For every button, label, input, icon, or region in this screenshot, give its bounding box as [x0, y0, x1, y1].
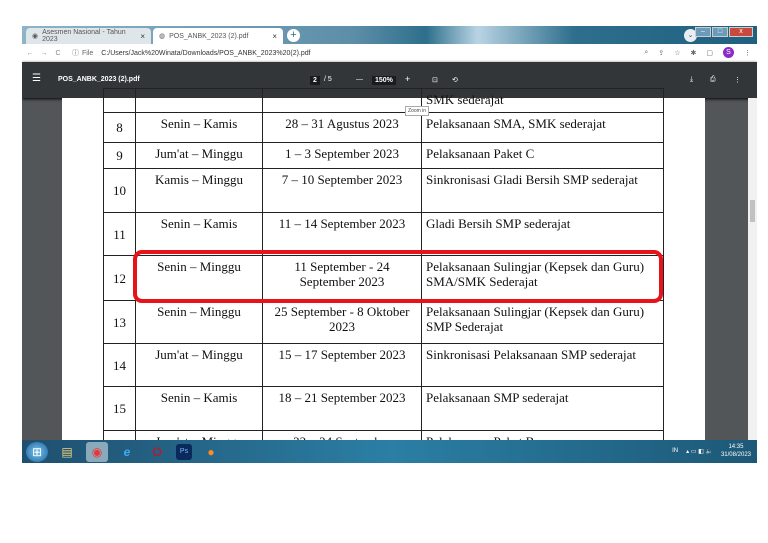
system-tray: IN ▴ ▭ ◧ 🔈 14:35 31/08/2023 — [672, 443, 751, 459]
cell-no: 15 — [103, 386, 136, 431]
table-row: 14 Jum'at – Minggu 15 – 17 September 2023 S… — [103, 343, 664, 387]
table-row: 10 Kamis – Minggu 7 – 10 September 2023 Sin… — [103, 168, 664, 213]
cell-date: 15 – 17 September 2023 — [262, 343, 422, 387]
highlight-box — [133, 250, 663, 303]
start-button[interactable]: ⊞ — [26, 441, 48, 462]
pdf-page: SMK sederajat 8 Senin – Kamis 28 – 31 Agus… — [62, 88, 705, 463]
cell-day: Kamis – Minggu — [135, 168, 263, 213]
cell-day: Jum'at – Minggu — [135, 142, 263, 169]
cell-no: 10 — [103, 168, 136, 213]
cell-activity: Pelaksanaan Sulingjar (Kepsek dan Guru) … — [421, 300, 664, 344]
explorer-icon[interactable]: ▤ — [56, 442, 78, 462]
reload-icon[interactable]: C — [52, 50, 64, 57]
tray-icons[interactable]: ▴ ▭ ◧ 🔈 — [686, 448, 713, 455]
menu-icon[interactable]: ⋮ — [744, 49, 751, 57]
cell-no: 12 — [103, 255, 136, 301]
info-icon: ⓘ — [72, 50, 79, 57]
close-window-button[interactable]: x — [729, 27, 753, 37]
scroll-thumb[interactable] — [750, 200, 755, 222]
table-row: SMK sederajat — [103, 88, 664, 113]
cell-date: 7 – 10 September 2023 — [262, 168, 422, 213]
cell-day: Senin – Kamis — [135, 112, 263, 143]
zoom-level[interactable]: 150% — [372, 76, 396, 85]
back-icon[interactable]: ← — [24, 50, 36, 57]
ie-icon[interactable]: e — [116, 442, 138, 462]
zoom-icon[interactable]: ⌕ — [644, 49, 648, 57]
address-bar: ← → C ⓘ File C:/Users/Jack%20Winata/Down… — [22, 44, 757, 62]
cell-no: 9 — [103, 142, 136, 169]
table-row: 8 Senin – Kamis 28 – 31 Agustus 2023 Pelaks… — [103, 112, 664, 143]
language-indicator[interactable]: IN — [672, 448, 678, 454]
globe-icon: ◉ — [32, 33, 39, 40]
table-row: 9 Jum'at – Minggu 1 – 3 September 2023 Pela… — [103, 142, 664, 169]
maximize-button[interactable]: □ — [712, 27, 728, 37]
cell-date: 1 – 3 September 2023 — [262, 142, 422, 169]
cell-date: 18 – 21 September 2023 — [262, 386, 422, 431]
extensions-icon[interactable]: ✱ — [691, 49, 697, 57]
tab-pdf[interactable]: ◍ POS_ANBK_2023 (2).pdf × — [153, 28, 283, 44]
cell-day: Senin – Minggu — [135, 300, 263, 344]
chrome-icon[interactable]: ◉ — [86, 441, 108, 462]
cell-no: 11 — [103, 212, 136, 256]
download-icon[interactable]: ⤓ — [690, 76, 693, 84]
taskbar: ⊞ ▤ ◉ e O Ps ● IN ▴ ▭ ◧ 🔈 14:35 31/08/202… — [22, 440, 757, 463]
firefox-icon[interactable]: ● — [200, 442, 222, 462]
sidepanel-icon[interactable]: ▢ — [706, 49, 713, 57]
minimize-button[interactable]: – — [695, 27, 711, 37]
more-icon[interactable]: ⋮ — [734, 76, 741, 84]
screen: ◉ Asesmen Nasional - Tahun 2023 × ◍ POS_ANB… — [22, 26, 757, 463]
table-row: 15 Senin – Kamis 18 – 21 September 2023 Pel… — [103, 386, 664, 431]
cell-no: 13 — [103, 300, 136, 344]
cell-day: Senin – Kamis — [135, 386, 263, 431]
cell-date: 28 – 31 Agustus 2023 — [262, 112, 422, 143]
cell-no: 8 — [103, 112, 136, 143]
zoom-out-button[interactable]: — — [356, 76, 363, 83]
rotate-icon[interactable]: ⟲ — [452, 76, 458, 84]
photoshop-icon[interactable]: Ps — [176, 443, 192, 460]
pdf-filename: POS_ANBK_2023 (2).pdf — [58, 76, 140, 83]
close-tab-icon[interactable]: × — [272, 32, 277, 41]
forward-icon[interactable]: → — [38, 50, 50, 57]
print-icon[interactable]: ⎙ — [710, 76, 716, 84]
scheme-label: File — [82, 49, 94, 57]
share-icon[interactable]: ⇪ — [658, 49, 664, 57]
cell-no: 14 — [103, 343, 136, 387]
cell-activity: Sinkronisasi Gladi Bersih SMP sederajat — [421, 168, 664, 213]
table-row: 13 Senin – Minggu 25 September - 8 Oktober… — [103, 300, 664, 344]
url-input[interactable]: C:/Users/Jack%20Winata/Downloads/POS_ANB… — [101, 50, 310, 57]
fit-page-icon[interactable]: ⊡ — [432, 76, 438, 84]
new-tab-button[interactable]: + — [287, 29, 300, 42]
cell-activity: Pelaksanaan SMP sederajat — [421, 386, 664, 431]
globe-icon: ◍ — [159, 33, 166, 40]
cell-activity: Pelaksanaan SMA, SMK sederajat — [421, 112, 664, 143]
tab-asesmen[interactable]: ◉ Asesmen Nasional - Tahun 2023 × — [26, 28, 151, 44]
scrollbar[interactable] — [748, 98, 757, 463]
opera-icon[interactable]: O — [146, 442, 168, 462]
cell-date: 25 September - 8 Oktober 2023 — [262, 300, 422, 344]
tooltip: Zoom in — [405, 106, 430, 116]
avatar[interactable]: S — [723, 47, 734, 58]
clock[interactable]: 14:35 31/08/2023 — [721, 443, 751, 459]
star-icon[interactable]: ☆ — [674, 49, 680, 57]
zoom-in-button[interactable]: + — [405, 74, 410, 84]
total-pages: / 5 — [324, 76, 332, 83]
page-number-input[interactable]: 2 — [310, 76, 320, 85]
cell-activity: Sinkronisasi Pelaksanaan SMP sederajat — [421, 343, 664, 387]
close-tab-icon[interactable]: × — [140, 32, 145, 41]
tab-bar: ◉ Asesmen Nasional - Tahun 2023 × ◍ POS_ANB… — [22, 26, 757, 44]
cell-activity: Pelaksanaan Paket C — [421, 142, 664, 169]
cell-day: Jum'at – Minggu — [135, 343, 263, 387]
hamburger-icon[interactable]: ☰ — [32, 73, 41, 84]
